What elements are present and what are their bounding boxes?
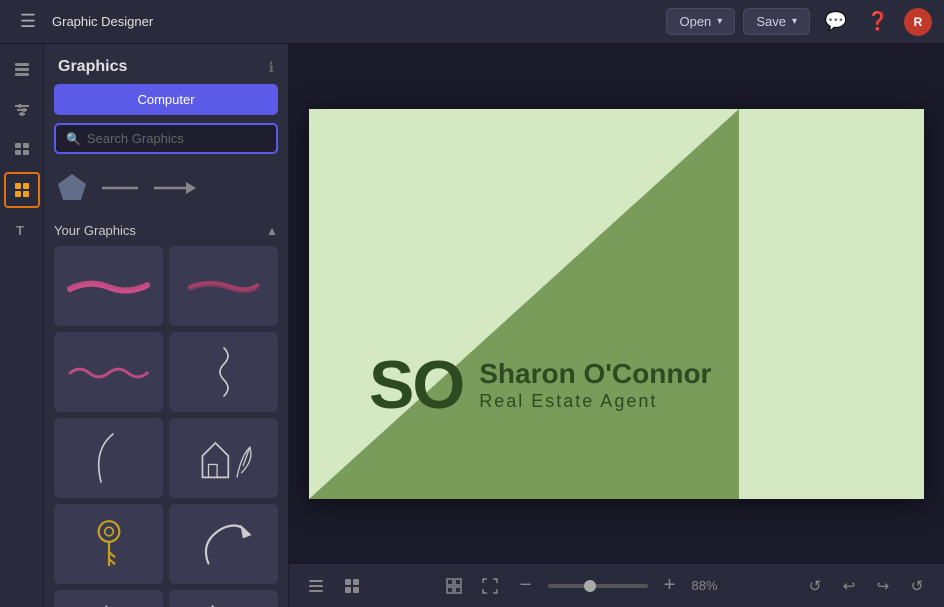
- zoom-out-button[interactable]: −: [512, 572, 540, 600]
- panel-title: Graphics: [58, 58, 127, 76]
- help-icon[interactable]: ❓: [862, 6, 894, 38]
- arrow-shape[interactable]: [152, 178, 196, 203]
- layers-panel-icon[interactable]: [301, 571, 331, 601]
- graphic-item-3[interactable]: [54, 332, 163, 412]
- graphic-item-7[interactable]: [54, 504, 163, 584]
- info-icon[interactable]: ℹ: [269, 59, 274, 76]
- chevron-down-icon: ▾: [717, 16, 722, 27]
- graphic-item-8[interactable]: [169, 504, 278, 584]
- graphic-item-1[interactable]: [54, 246, 163, 326]
- refresh-icon[interactable]: ↺: [800, 571, 830, 601]
- svg-text:T: T: [16, 223, 24, 238]
- panel-body: Computer 🔍: [44, 84, 288, 607]
- undo-icon[interactable]: ↩: [834, 571, 864, 601]
- panel: Graphics ℹ Computer 🔍: [44, 44, 289, 607]
- topbar-left: ☰ Graphic Designer: [12, 6, 656, 38]
- topbar: ☰ Graphic Designer Open ▾ Save ▾ 💬 ❓ R: [0, 0, 944, 44]
- shapes-row: [54, 166, 278, 219]
- graphic-item-10[interactable]: [169, 590, 278, 607]
- fullscreen-icon[interactable]: [476, 572, 504, 600]
- open-button[interactable]: Open ▾: [666, 8, 735, 35]
- canvas-triangle: [309, 109, 739, 499]
- canvas-text: SO Sharon O'Connor Real Estate Agent: [369, 351, 711, 419]
- sidebar-item-layers[interactable]: [4, 52, 40, 88]
- graphic-item-6[interactable]: [169, 418, 278, 498]
- zoom-percentage: 88%: [692, 578, 728, 593]
- graphic-item-9[interactable]: [54, 590, 163, 607]
- graphic-item-4[interactable]: [169, 332, 278, 412]
- canvas-viewport: SO Sharon O'Connor Real Estate Agent: [289, 44, 944, 563]
- main: T Graphics ℹ Computer 🔍: [0, 44, 944, 607]
- canvas-area: SO Sharon O'Connor Real Estate Agent: [289, 44, 944, 607]
- fit-screen-icon[interactable]: [440, 572, 468, 600]
- your-graphics-title: Your Graphics: [54, 223, 136, 238]
- topbar-right: 💬 ❓ R: [820, 6, 932, 38]
- sidebar-item-text[interactable]: T: [4, 212, 40, 248]
- redo-icon[interactable]: ↺: [902, 571, 932, 601]
- forward-icon[interactable]: ↪: [868, 571, 898, 601]
- computer-button[interactable]: Computer: [54, 84, 278, 115]
- canvas-name: Sharon O'Connor: [479, 357, 711, 391]
- search-box: 🔍: [54, 123, 278, 154]
- zoom-controls: − + 88%: [440, 572, 728, 600]
- bottombar: − + 88% ↺ ↩ ↪ ↺: [289, 563, 944, 607]
- bottom-center: − + 88%: [373, 572, 794, 600]
- topbar-center: Open ▾ Save ▾: [666, 8, 810, 35]
- grid-view-icon[interactable]: [337, 571, 367, 601]
- collapse-icon: ▲: [266, 224, 278, 238]
- graphic-item-2[interactable]: [169, 246, 278, 326]
- canvas-card[interactable]: SO Sharon O'Connor Real Estate Agent: [309, 109, 924, 499]
- bottom-right: ↺ ↩ ↪ ↺: [800, 571, 932, 601]
- zoom-slider[interactable]: [548, 584, 648, 588]
- panel-header: Graphics ℹ: [44, 44, 288, 84]
- avatar[interactable]: R: [904, 8, 932, 36]
- search-input[interactable]: [87, 131, 266, 146]
- search-icon: 🔍: [66, 132, 81, 146]
- chat-icon[interactable]: 💬: [820, 6, 852, 38]
- zoom-in-button[interactable]: +: [656, 572, 684, 600]
- chevron-down-icon: ▾: [792, 16, 797, 27]
- hamburger-menu[interactable]: ☰: [12, 6, 44, 38]
- canvas-so-text: SO: [369, 351, 463, 419]
- graphic-item-5[interactable]: [54, 418, 163, 498]
- canvas-subtitle: Real Estate Agent: [479, 391, 711, 412]
- sidebar-item-graphics[interactable]: [4, 172, 40, 208]
- your-graphics-header[interactable]: Your Graphics ▲: [54, 219, 278, 246]
- canvas-name-block: Sharon O'Connor Real Estate Agent: [479, 357, 711, 412]
- sidebar-icons: T: [0, 44, 44, 607]
- sidebar-item-grid[interactable]: [4, 132, 40, 168]
- pentagon-shape[interactable]: [56, 172, 88, 209]
- line-shape-1[interactable]: [100, 178, 140, 203]
- app-title: Graphic Designer: [52, 14, 153, 29]
- save-button[interactable]: Save ▾: [743, 8, 810, 35]
- graphics-grid: [54, 246, 278, 607]
- sidebar-item-filters[interactable]: [4, 92, 40, 128]
